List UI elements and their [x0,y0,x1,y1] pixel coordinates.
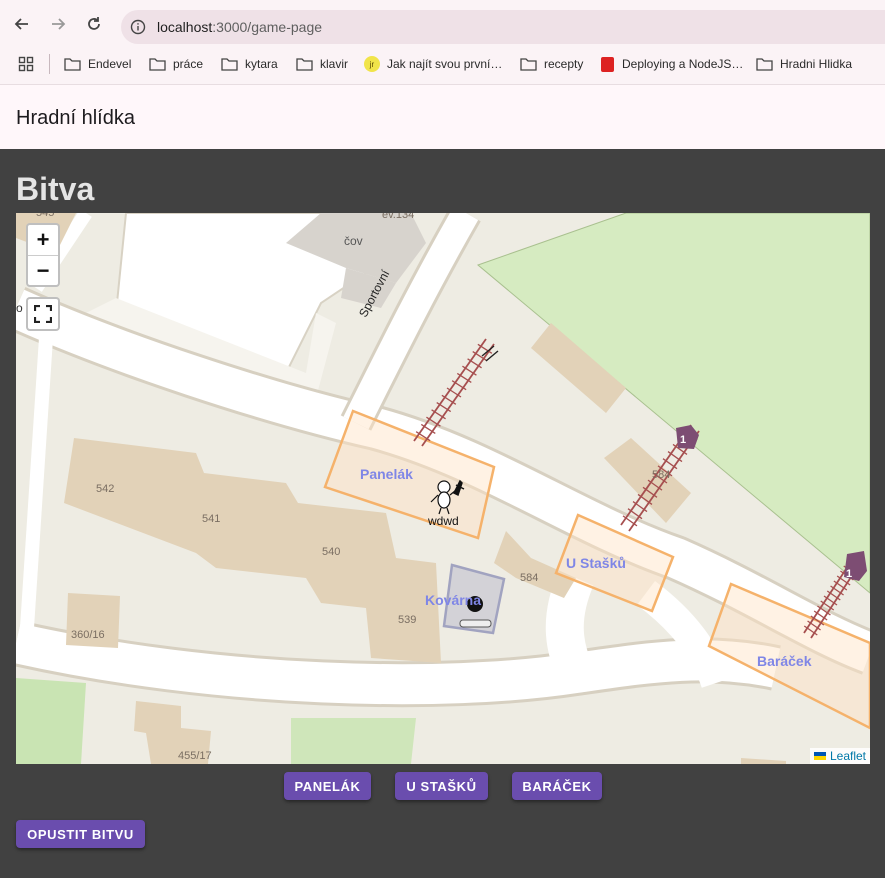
leaflet-link[interactable]: Leaflet [830,749,866,763]
arrow-left-icon [14,18,28,30]
zone-button-u-stasku[interactable]: U Stašků [395,772,488,800]
arrow-right-icon [52,18,66,30]
map-attribution[interactable]: Leaflet [809,748,870,764]
map-label-ev134: ev.134 [382,213,415,221]
folder-icon [520,58,537,71]
bookmark-label: kytara [245,57,278,71]
map-label-541: 541 [202,513,221,525]
marker-count-1[interactable]: 1 [680,434,686,446]
leave-battle-button[interactable]: Opustit bitvu [16,820,145,848]
fullscreen-icon [34,305,52,323]
bookmark-label: recepty [544,57,584,71]
player-name-label: wdwd [428,514,459,528]
map-label-542: 542 [96,483,115,495]
map-label-539: 539 [398,614,417,626]
jr-favicon-icon: jr [364,56,380,72]
address-bar[interactable]: localhost:3000/game-page [121,10,885,44]
reload-button[interactable] [81,11,107,37]
bookmark-label: Deploying a NodeJS… [622,57,744,71]
map-tiles [16,213,870,764]
red-document-icon [601,56,614,72]
bookmarks-separator [49,54,50,74]
map-label-360-16: 360/16 [71,629,105,641]
bookmark-item[interactable]: Deploying a NodeJS… [601,54,743,74]
bookmark-item[interactable]: klavir [296,54,348,74]
zone-kovarna[interactable]: Kovárna [425,592,481,608]
folder-icon [149,58,166,71]
bookmark-label: klavir [320,57,349,71]
bookmark-label: Hradni Hlidka [780,57,853,71]
zone-panelak[interactable]: Panelák [360,466,413,482]
folder-icon [221,58,238,71]
bookmark-item[interactable]: Hradni Hlidka [756,54,852,74]
ukraine-flag-icon [813,752,826,760]
map-label-cov: čov [344,234,363,248]
map-label-584a: 584 [520,572,539,584]
bookmarks-bar: Endevel práce kytara klavir jr Jak najít svou… [0,50,885,78]
forward-button[interactable] [45,11,71,37]
bookmark-item[interactable]: Endevel [64,54,131,74]
page-title: Bitva [16,171,95,207]
bookmark-item[interactable]: kytara [221,54,278,74]
back-button[interactable] [9,11,35,37]
folder-icon [756,58,773,71]
battle-map[interactable]: 545 ev.134 čov Sportovní o 542 541 540 5… [16,213,870,764]
zone-button-panelak[interactable]: Panelák [284,772,371,800]
map-label-540: 540 [322,546,341,558]
bookmark-label: Endevel [88,57,132,71]
zone-button-baracek[interactable]: Baráček [512,772,602,800]
zone-u-stasku[interactable]: U Stašků [566,555,626,571]
folder-icon [296,58,313,71]
app-header: Hradní hlídka [0,84,885,149]
zoom-control: + − [26,223,60,287]
app-title: Hradní hlídka [16,107,135,129]
marker-count-2[interactable]: 1 [846,568,852,580]
browser-toolbar: localhost:3000/game-page Endevel práce kyt… [0,0,885,84]
url-text: localhost:3000/game-page [157,19,323,35]
map-label-584b: 584 [652,469,671,481]
zoom-out-button[interactable]: − [28,255,58,285]
fullscreen-button[interactable] [26,297,60,331]
bookmark-item[interactable]: jr Jak najít svou první… [364,54,502,74]
browser-nav-row: localhost:3000/game-page [0,0,885,48]
folder-icon [64,58,81,71]
apps-button[interactable] [18,54,34,74]
map-label-545: 545 [36,213,55,219]
bookmark-label: Jak najít svou první… [387,57,503,71]
zone-baracek[interactable]: Baráček [757,653,812,669]
zoom-in-button[interactable]: + [28,225,58,255]
map-label-edge: o [16,301,23,315]
bookmark-item[interactable]: recepty [520,54,583,74]
bookmark-item[interactable]: práce [149,54,203,74]
map-label-455-17: 455/17 [178,750,212,762]
site-info-icon[interactable] [130,19,146,35]
bookmark-label: práce [173,57,204,71]
reload-icon [88,17,100,30]
apps-grid-icon [18,56,34,72]
